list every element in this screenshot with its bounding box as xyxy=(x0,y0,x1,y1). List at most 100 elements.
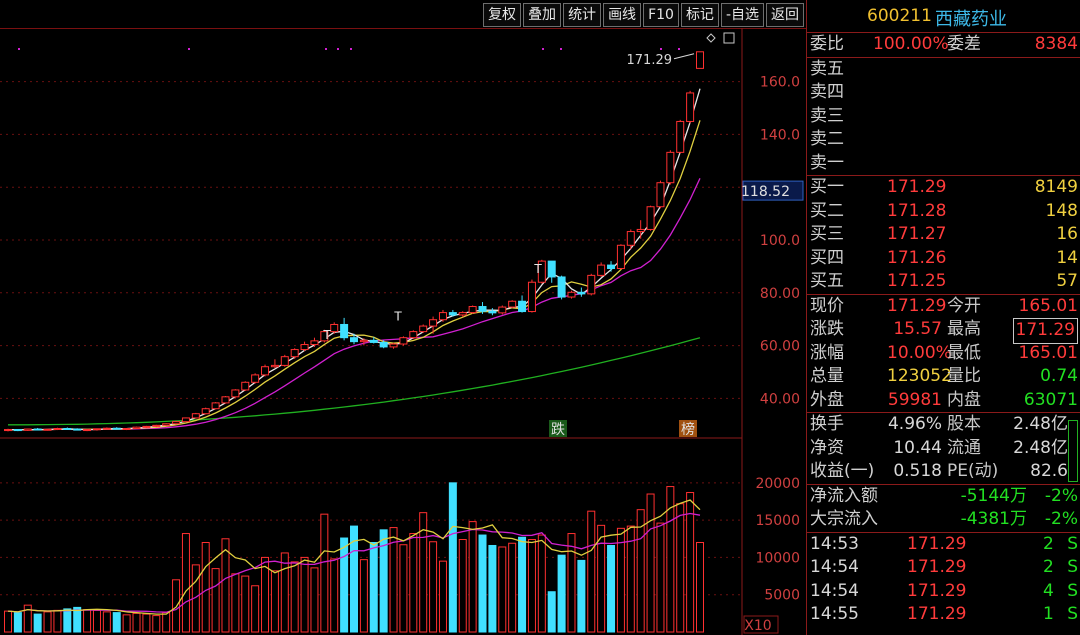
volume-bar xyxy=(488,544,497,633)
quote-label: 总量 xyxy=(810,366,844,386)
tick-side: S xyxy=(1067,580,1078,601)
candle-body xyxy=(162,423,171,426)
fund-value: 0.518 xyxy=(893,461,942,481)
volume-bar xyxy=(577,559,586,633)
buy-price: 171.25 xyxy=(887,271,947,291)
candle-body xyxy=(73,428,82,431)
quote-label: 涨跌 xyxy=(810,319,844,339)
buy-qty: 14 xyxy=(1056,247,1078,268)
candle-body xyxy=(241,381,250,391)
quote-block: 现价 171.29 今开 165.01 涨跌 15.57 最高 171.29 涨幅 10.00… xyxy=(807,295,1080,413)
fund-row: 收益(一) 0.518 PE(动) 82.6 xyxy=(807,460,1080,484)
volume-tick-label: 20000 xyxy=(755,476,800,492)
sell-row: 卖一 xyxy=(807,152,1080,176)
candle-body xyxy=(409,331,418,339)
tick-list: 14:53 171.29 2 S 14:54 171.29 2 S 14:54 171.29 4… xyxy=(807,533,1080,627)
panel-toggle-icon xyxy=(723,32,735,44)
event-dot xyxy=(678,48,680,50)
fund-label: 净资 xyxy=(810,437,844,458)
back-button[interactable]: 返回 xyxy=(766,3,804,27)
candle-body xyxy=(201,408,210,415)
fund-label: 流通 xyxy=(947,437,981,458)
candle-body xyxy=(310,340,319,346)
candle-body xyxy=(577,291,586,295)
mark-button[interactable]: 标记 xyxy=(680,3,719,27)
diff-value: 8384 xyxy=(1034,34,1078,54)
candle-body xyxy=(280,356,289,366)
quote-label: 外盘 xyxy=(810,389,844,410)
price-tick-label: 80.00 xyxy=(760,286,800,302)
quote-value: 171.29 xyxy=(1012,318,1078,344)
volume-bar xyxy=(132,612,141,633)
volume-bar xyxy=(646,493,655,633)
volume-bar xyxy=(181,533,190,633)
quote-value: 171.29 xyxy=(887,295,947,316)
remove-watchlist-button[interactable]: -自选 xyxy=(720,3,764,27)
candlesticks xyxy=(4,51,704,432)
volume-bar xyxy=(4,610,12,633)
volume-bar xyxy=(527,539,536,633)
event-dot xyxy=(660,48,662,50)
panel-scrollbar[interactable] xyxy=(1068,420,1078,482)
restore-rights-button[interactable]: 复权 xyxy=(483,3,522,27)
candle-body xyxy=(172,421,181,425)
volume-bar xyxy=(399,544,408,633)
volume-bar xyxy=(656,522,665,633)
overlay-button[interactable]: 叠加 xyxy=(523,3,562,27)
buy-qty: 148 xyxy=(1045,200,1078,221)
tick-row: 14:54 171.29 4 S xyxy=(807,580,1080,604)
tick-vol: 2 xyxy=(1043,533,1054,554)
volume-bar xyxy=(498,546,507,633)
tick-time: 14:53 xyxy=(810,533,859,554)
flow-value: -5144万 xyxy=(960,485,1027,506)
candle-body xyxy=(626,231,635,246)
volume-tick-label: 15000 xyxy=(755,513,800,529)
candle-body xyxy=(132,426,141,429)
volume-bar xyxy=(92,609,101,633)
candle-body xyxy=(646,206,655,230)
sell-label: 卖三 xyxy=(810,105,844,126)
buy-row: 买四 171.26 14 xyxy=(807,247,1080,271)
volume-bar xyxy=(211,568,220,633)
volume-bar xyxy=(676,503,685,633)
buy-row: 买二 171.28 148 xyxy=(807,200,1080,224)
buy-label: 买四 xyxy=(810,247,844,268)
candle-body xyxy=(587,274,596,295)
tick-row: 14:54 171.29 2 S xyxy=(807,556,1080,580)
diamond-icon xyxy=(706,33,716,43)
candle-body xyxy=(350,337,358,343)
quote-value: 63071 xyxy=(1023,389,1078,410)
candle-body xyxy=(43,428,52,431)
buy-qty: 8149 xyxy=(1034,177,1078,197)
draw-line-button[interactable]: 画线 xyxy=(603,3,642,27)
candle-body xyxy=(300,344,309,351)
board-label: 榜 xyxy=(681,421,695,438)
volume-bar xyxy=(152,615,161,633)
tick-side: S xyxy=(1067,533,1078,554)
volume-bar xyxy=(567,533,576,633)
candle-body xyxy=(83,429,92,432)
buy-row: 买一 171.29 8149 xyxy=(807,176,1080,200)
price-tick-label: 160.0 xyxy=(760,75,800,91)
quote-label: 内盘 xyxy=(947,389,981,410)
volume-bar xyxy=(508,542,517,633)
f10-button[interactable]: F10 xyxy=(643,3,679,27)
volume-bar xyxy=(290,561,299,633)
kline-chart[interactable]: 160.0140.0120.0100.080.0060.0040.00118.5… xyxy=(0,28,806,635)
candle-body xyxy=(616,244,625,270)
candle-body xyxy=(508,300,517,308)
price-tick-label: 140.0 xyxy=(760,127,800,143)
diff-label: 委差 xyxy=(947,34,981,54)
price-tick-label: 40.00 xyxy=(760,391,800,407)
candle-body xyxy=(211,402,220,410)
tick-side: S xyxy=(1067,604,1078,624)
volume-bar xyxy=(518,536,527,633)
statistics-button[interactable]: 统计 xyxy=(563,3,602,27)
volume-bar xyxy=(241,575,250,633)
fundamentals-block: 换手 4.96% 股本 2.48亿 净资 10.44 流通 2.48亿 收益(一) 0.518… xyxy=(807,413,1080,485)
candle-body xyxy=(181,417,190,423)
tick-vol: 2 xyxy=(1043,557,1054,577)
candle-body xyxy=(458,312,467,316)
volume-tick-label: 5000 xyxy=(764,588,800,604)
candle-body xyxy=(23,428,32,431)
